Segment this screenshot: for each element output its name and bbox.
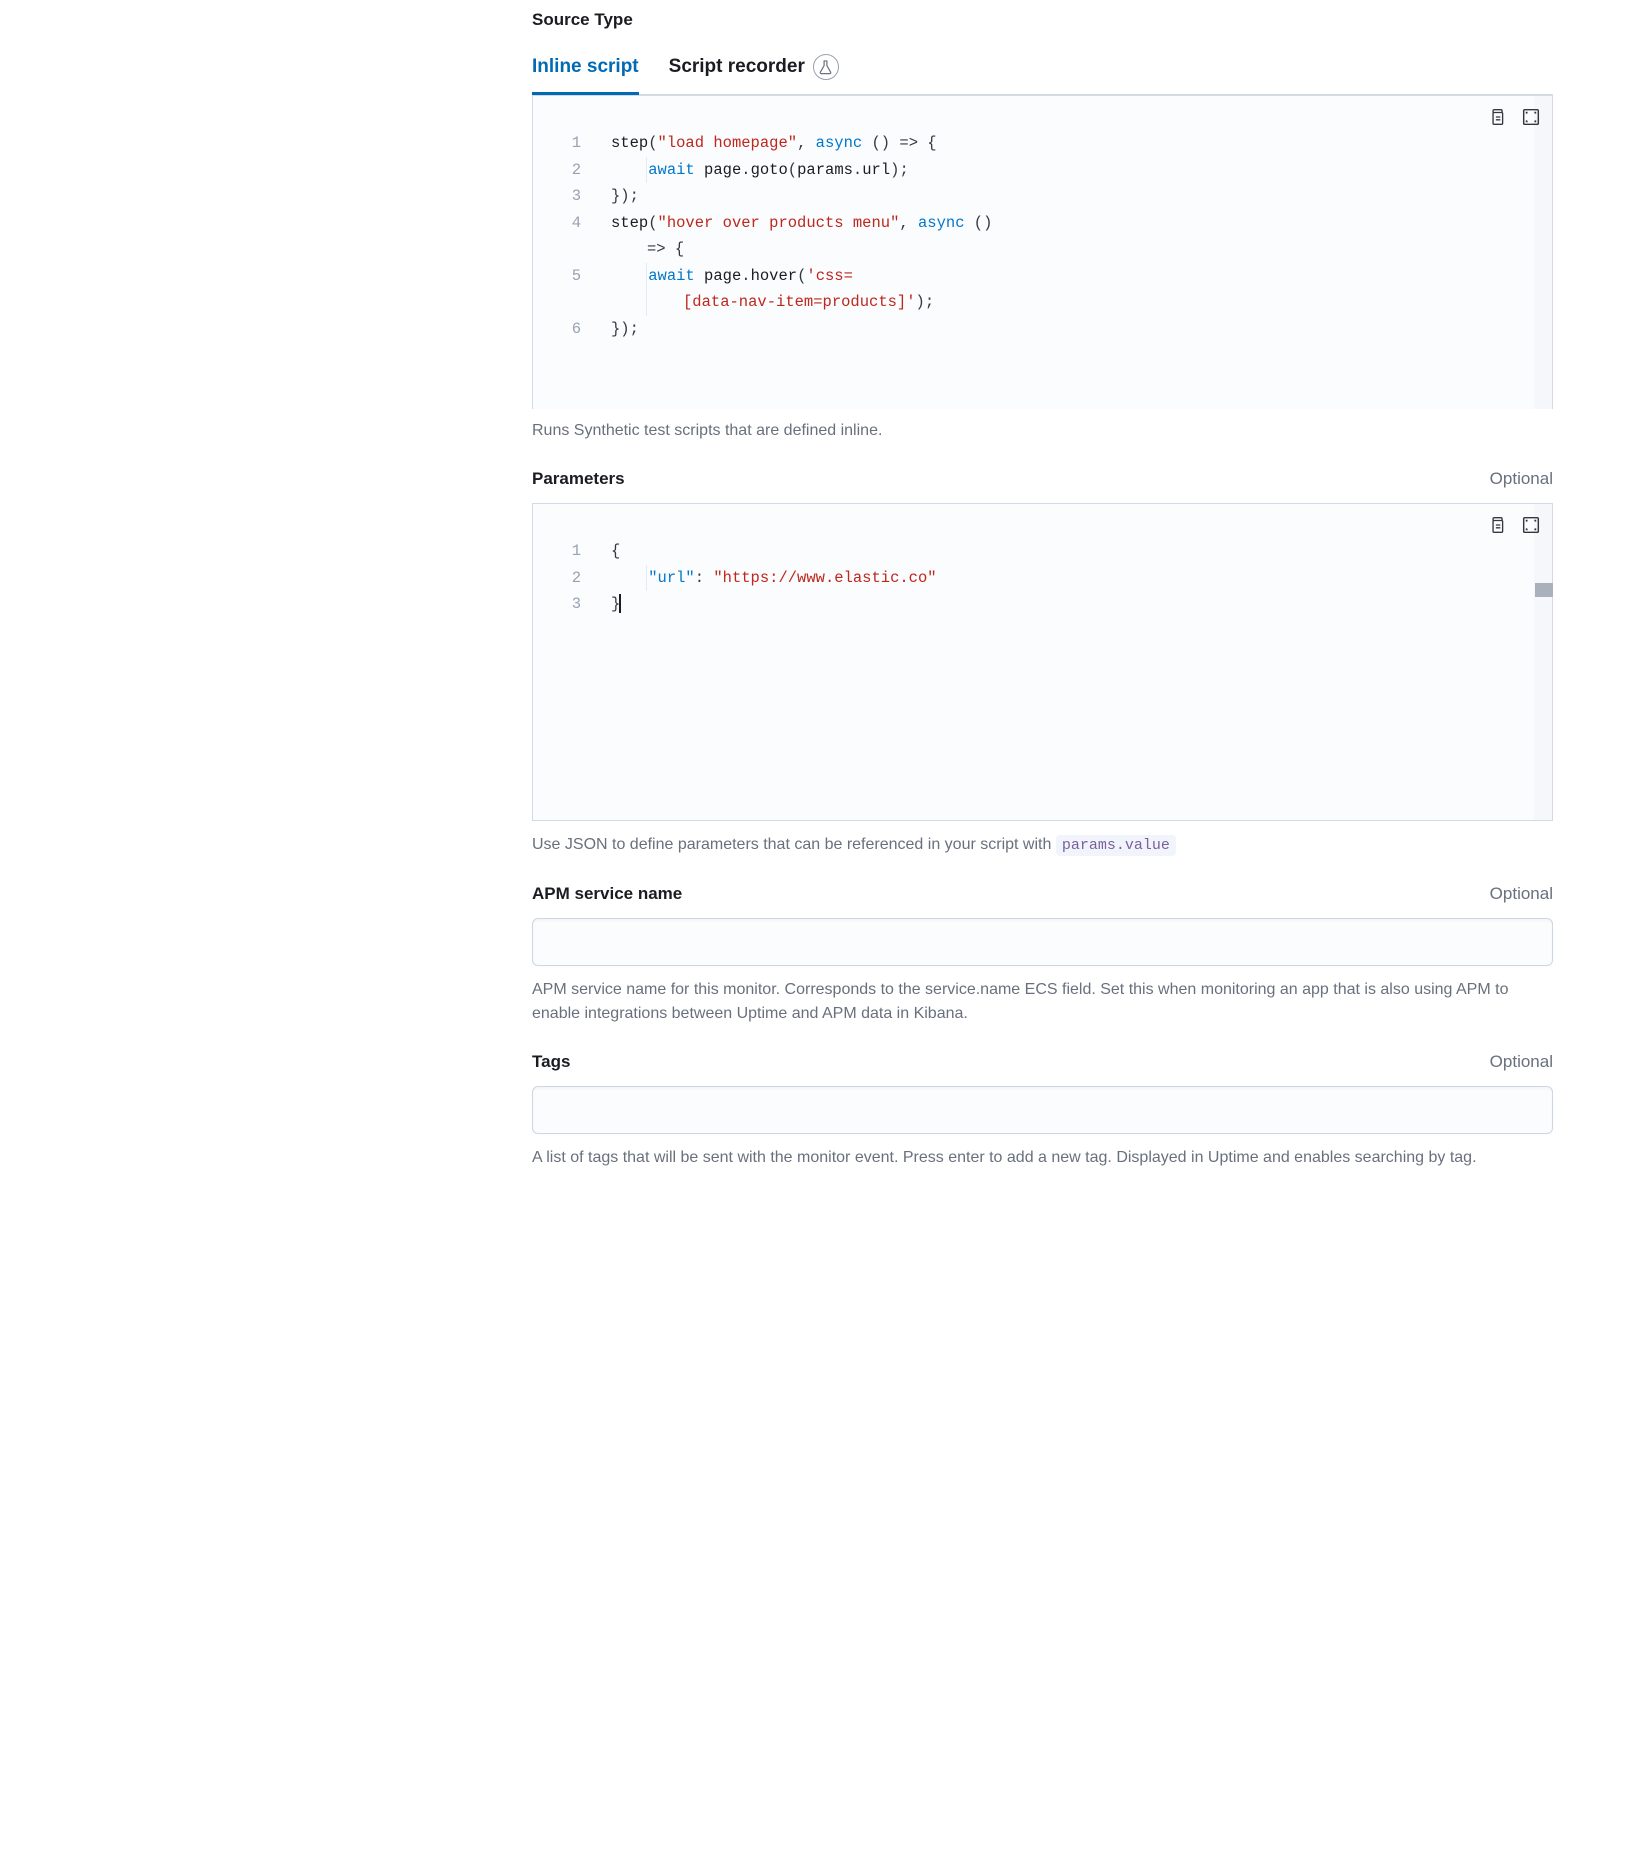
params-value-code: params.value xyxy=(1056,835,1176,856)
parameters-editor[interactable]: 1 2 3 { "url": "https://www.elastic.co"} xyxy=(532,503,1553,821)
tab-script-recorder-label: Script recorder xyxy=(669,56,805,78)
source-type-tabs: Inline script Script recorder xyxy=(532,44,1553,95)
params-code-content: { "url": "https://www.elastic.co"} xyxy=(611,538,1542,618)
copy-icon[interactable] xyxy=(1486,106,1508,128)
parameters-label: Parameters xyxy=(532,469,625,489)
fullscreen-icon[interactable] xyxy=(1520,514,1542,536)
tags-label: Tags xyxy=(532,1052,570,1072)
line-gutter: 1 2 3 4 5 6 xyxy=(533,130,595,342)
tags-help-text: A list of tags that will be sent with th… xyxy=(532,1146,1553,1170)
apm-help-text: APM service name for this monitor. Corre… xyxy=(532,978,1553,1026)
parameters-optional: Optional xyxy=(1490,469,1553,489)
apm-optional: Optional xyxy=(1490,884,1553,904)
apm-label: APM service name xyxy=(532,884,682,904)
beaker-icon xyxy=(813,54,839,80)
inline-script-editor[interactable]: 1 2 3 4 5 6 step("load homepage", async … xyxy=(532,95,1553,409)
script-help-text: Runs Synthetic test scripts that are def… xyxy=(532,419,1553,443)
params-line-gutter: 1 2 3 xyxy=(533,538,595,618)
tags-input[interactable] xyxy=(532,1086,1553,1134)
copy-icon[interactable] xyxy=(1486,514,1508,536)
fullscreen-icon[interactable] xyxy=(1520,106,1542,128)
script-code-content: step("load homepage", async () => { awai… xyxy=(611,130,1542,342)
apm-service-name-input[interactable] xyxy=(532,918,1553,966)
parameters-help-text: Use JSON to define parameters that can b… xyxy=(532,833,1553,858)
tab-inline-script[interactable]: Inline script xyxy=(532,44,639,95)
tags-optional: Optional xyxy=(1490,1052,1553,1072)
source-type-label: Source Type xyxy=(532,10,1553,30)
tab-script-recorder[interactable]: Script recorder xyxy=(669,44,839,95)
